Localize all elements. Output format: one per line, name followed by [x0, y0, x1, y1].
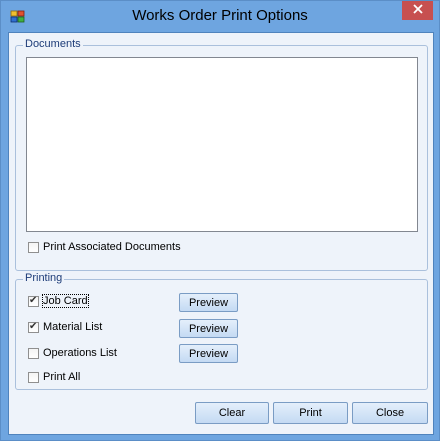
check-icon: ✔: [29, 294, 38, 306]
documents-group: Documents Print Associated Documents: [15, 38, 428, 271]
material-list-checkbox[interactable]: ✔: [28, 320, 39, 333]
check-icon: ✔: [29, 320, 38, 332]
clear-button[interactable]: Clear: [195, 402, 269, 424]
print-button[interactable]: Print: [273, 402, 348, 424]
dialog-client-area: Documents Print Associated Documents Pri…: [8, 32, 434, 435]
printing-group: Printing ✔ Job Card Preview ✔ Material L…: [15, 272, 428, 390]
print-all-checkbox[interactable]: [28, 371, 39, 383]
job-card-preview-button[interactable]: Preview: [179, 293, 238, 312]
window-title: Works Order Print Options: [132, 7, 308, 24]
job-card-row[interactable]: ✔ Job Card: [28, 293, 89, 309]
material-list-row[interactable]: ✔ Material List: [28, 319, 102, 335]
job-card-checkbox[interactable]: ✔: [28, 294, 39, 307]
job-card-label: Job Card: [42, 294, 89, 308]
documents-legend: Documents: [23, 38, 83, 50]
dialog-window: Works Order Print Options Documents Prin…: [0, 0, 440, 441]
close-window-button[interactable]: [402, 1, 433, 20]
operations-list-preview-button[interactable]: Preview: [179, 344, 238, 363]
print-all-label: Print All: [43, 371, 81, 383]
close-button[interactable]: Close: [352, 402, 428, 424]
operations-list-checkbox[interactable]: [28, 347, 39, 359]
material-list-preview-button[interactable]: Preview: [179, 319, 238, 338]
printing-legend: Printing: [23, 272, 65, 284]
title-bar[interactable]: Works Order Print Options: [1, 1, 439, 32]
print-associated-label: Print Associated Documents: [43, 241, 181, 253]
print-associated-checkbox[interactable]: [28, 241, 39, 253]
print-all-row[interactable]: Print All: [28, 369, 80, 385]
close-icon: [412, 4, 423, 17]
material-list-label: Material List: [43, 321, 103, 333]
print-associated-row[interactable]: Print Associated Documents: [28, 239, 181, 255]
operations-list-row[interactable]: Operations List: [28, 345, 117, 361]
operations-list-label: Operations List: [43, 347, 117, 359]
documents-list[interactable]: [26, 57, 418, 232]
